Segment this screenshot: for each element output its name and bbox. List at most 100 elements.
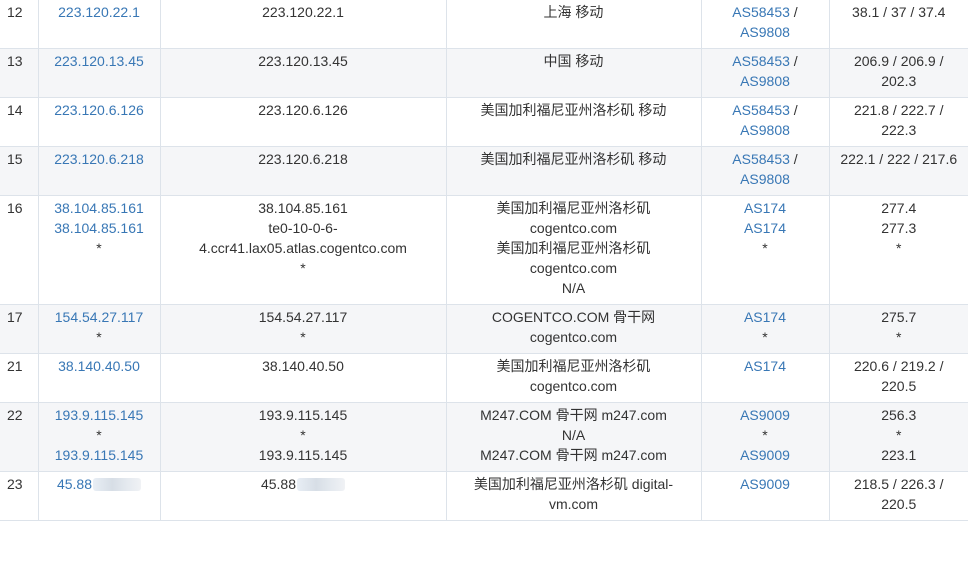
table-row: 14 223.120.6.126 223.120.6.126 美国加利福尼亚州洛杉矶 … — [0, 97, 968, 147]
asn-link[interactable]: AS9009 — [740, 476, 790, 492]
location: 美国加利福尼亚州洛杉矶 — [496, 240, 651, 256]
asn-timeout: * — [762, 329, 768, 345]
asn-link[interactable]: AS58453 — [732, 151, 790, 167]
asn-link[interactable]: AS174 — [744, 358, 786, 374]
location-cell: M247.COM 骨干网 m247.com N/A M247.COM 骨干网 m24… — [446, 402, 702, 472]
hostname: 45.88 — [260, 476, 297, 492]
latency: 202.3 — [881, 73, 917, 89]
ip-timeout: * — [96, 427, 102, 443]
hostname-cell: 38.104.85.161 te0-10-0-6- 4.ccr41.lax05.at… — [160, 195, 447, 305]
hostname: 193.9.115.145 — [258, 447, 348, 463]
ip-cell: 223.120.6.126 — [38, 97, 161, 147]
asn-link[interactable]: AS174 — [744, 200, 786, 216]
hop-number: 21 — [0, 353, 39, 403]
hop-number: 12 — [0, 0, 39, 49]
latency-cell: 206.9 / 206.9 / 202.3 — [829, 48, 968, 98]
latency: 223.1 — [881, 447, 917, 463]
hostname: 4.ccr41.lax05.atlas.cogentco.com — [199, 240, 407, 256]
asn-link[interactable]: AS174 — [744, 220, 786, 236]
location-cell: 美国加利福尼亚州洛杉矶 cogentco.com 美国加利福尼亚州洛杉矶 cogent… — [446, 195, 702, 305]
location: N/A — [561, 280, 586, 296]
latency: 38.1 / 37 / 37.4 — [852, 4, 946, 20]
asn-link[interactable]: AS9808 — [740, 171, 790, 187]
hop-number: 13 — [0, 48, 39, 98]
location: cogentco.com — [529, 329, 618, 345]
asn-cell: AS174 — [701, 353, 830, 403]
asn-link[interactable]: AS58453 — [732, 4, 790, 20]
ip-link[interactable]: 223.120.6.126 — [41, 100, 158, 120]
ip-link[interactable]: 223.120.13.45 — [41, 51, 158, 71]
location: 美国加利福尼亚州洛杉矶 digital- — [473, 476, 674, 492]
latency: 222.3 — [881, 122, 917, 138]
hostname: 223.120.6.126 — [258, 102, 348, 118]
table-row: 16 38.104.85.161 38.104.85.161 * 38.104.85.1… — [0, 195, 968, 305]
asn-link[interactable]: AS9808 — [740, 122, 790, 138]
ip-cell: 45.88 — [38, 471, 161, 521]
asn-link[interactable]: AS58453 — [732, 53, 790, 69]
latency: 277.3 — [881, 220, 917, 236]
asn-link[interactable]: AS9009 — [740, 447, 790, 463]
hostname-cell: 193.9.115.145 * 193.9.115.145 — [160, 402, 447, 472]
location: 美国加利福尼亚州洛杉矶 — [496, 358, 651, 374]
latency-cell: 256.3 * 223.1 — [829, 402, 968, 472]
ip-cell: 223.120.6.218 — [38, 146, 161, 196]
ip-link[interactable]: 38.140.40.50 — [41, 356, 158, 376]
location: M247.COM 骨干网 m247.com — [480, 447, 667, 463]
ip-link[interactable]: 193.9.115.145 — [41, 405, 158, 425]
hostname: 223.120.6.218 — [258, 151, 348, 167]
ip-timeout: * — [96, 240, 102, 256]
asn-cell: AS174 * — [701, 304, 830, 354]
location-cell: COGENTCO.COM 骨干网 cogentco.com — [446, 304, 702, 354]
ip-link[interactable]: 223.120.22.1 — [41, 2, 158, 22]
redacted-blur — [297, 478, 346, 491]
ip-link[interactable]: 154.54.27.117 — [41, 307, 158, 327]
asn-cell: AS58453 / AS9808 — [701, 0, 830, 49]
ip-cell: 223.120.22.1 — [38, 0, 161, 49]
asn-link[interactable]: AS174 — [744, 309, 786, 325]
hostname: 38.140.40.50 — [262, 358, 344, 374]
latency: * — [896, 240, 902, 256]
location: 美国加利福尼亚州洛杉矶 移动 — [480, 102, 667, 118]
location-cell: 美国加利福尼亚州洛杉矶 移动 — [446, 97, 702, 147]
table-row: 13 223.120.13.45 223.120.13.45 中国 移动 AS58453… — [0, 48, 968, 98]
asn-timeout: * — [762, 240, 768, 256]
ip-link[interactable]: 193.9.115.145 — [41, 445, 158, 465]
table-row: 12 223.120.22.1 223.120.22.1 上海 移动 AS58453 /… — [0, 0, 968, 49]
asn-link[interactable]: AS9808 — [740, 73, 790, 89]
hostname-cell: 45.88 — [160, 471, 447, 521]
location-cell: 美国加利福尼亚州洛杉矶 digital-vm.com — [446, 471, 702, 521]
asn-link[interactable]: AS9808 — [740, 24, 790, 40]
latency-cell: 277.4 277.3 * — [829, 195, 968, 305]
ip-cell: 38.104.85.161 38.104.85.161 * — [38, 195, 161, 305]
ip-cell: 38.140.40.50 — [38, 353, 161, 403]
table-row: 15 223.120.6.218 223.120.6.218 美国加利福尼亚州洛杉矶 … — [0, 146, 968, 196]
location-cell: 美国加利福尼亚州洛杉矶 cogentco.com — [446, 353, 702, 403]
asn-link[interactable]: AS58453 — [732, 102, 790, 118]
asn-link[interactable]: AS9009 — [740, 407, 790, 423]
asn-cell: AS9009 * AS9009 — [701, 402, 830, 472]
ip-link[interactable]: 223.120.6.218 — [41, 149, 158, 169]
latency: * — [896, 329, 902, 345]
hop-number: 16 — [0, 195, 39, 305]
latency-cell: 275.7 * — [829, 304, 968, 354]
latency: 222.1 / 222 / 217.6 — [840, 151, 958, 167]
ip-link[interactable]: 38.104.85.161 — [41, 218, 158, 238]
hostname: te0-10-0-6- — [268, 220, 338, 236]
traceroute-rows: 12 223.120.22.1 223.120.22.1 上海 移动 AS58453 /… — [0, 0, 968, 521]
location-cell: 美国加利福尼亚州洛杉矶 移动 — [446, 146, 702, 196]
hostname: 193.9.115.145 — [258, 407, 348, 423]
table-row: 21 38.140.40.50 38.140.40.50 美国加利福尼亚州洛杉矶 cog… — [0, 353, 968, 403]
hostname: 223.120.13.45 — [258, 53, 348, 69]
asn-separator: / — [789, 102, 798, 118]
ip-link[interactable]: 45.88 — [57, 476, 92, 492]
location: cogentco.com — [529, 378, 618, 394]
latency: 218.5 / 226.3 / — [853, 476, 944, 492]
latency-cell: 221.8 / 222.7 / 222.3 — [829, 97, 968, 147]
latency: 277.4 — [881, 200, 917, 216]
latency: 221.8 / 222.7 / — [853, 102, 944, 118]
ip-link[interactable]: 38.104.85.161 — [41, 198, 158, 218]
latency: 206.9 / 206.9 / — [853, 53, 944, 69]
latency-cell: 222.1 / 222 / 217.6 — [829, 146, 968, 196]
location: cogentco.com — [529, 260, 618, 276]
latency: 220.5 — [881, 496, 917, 512]
